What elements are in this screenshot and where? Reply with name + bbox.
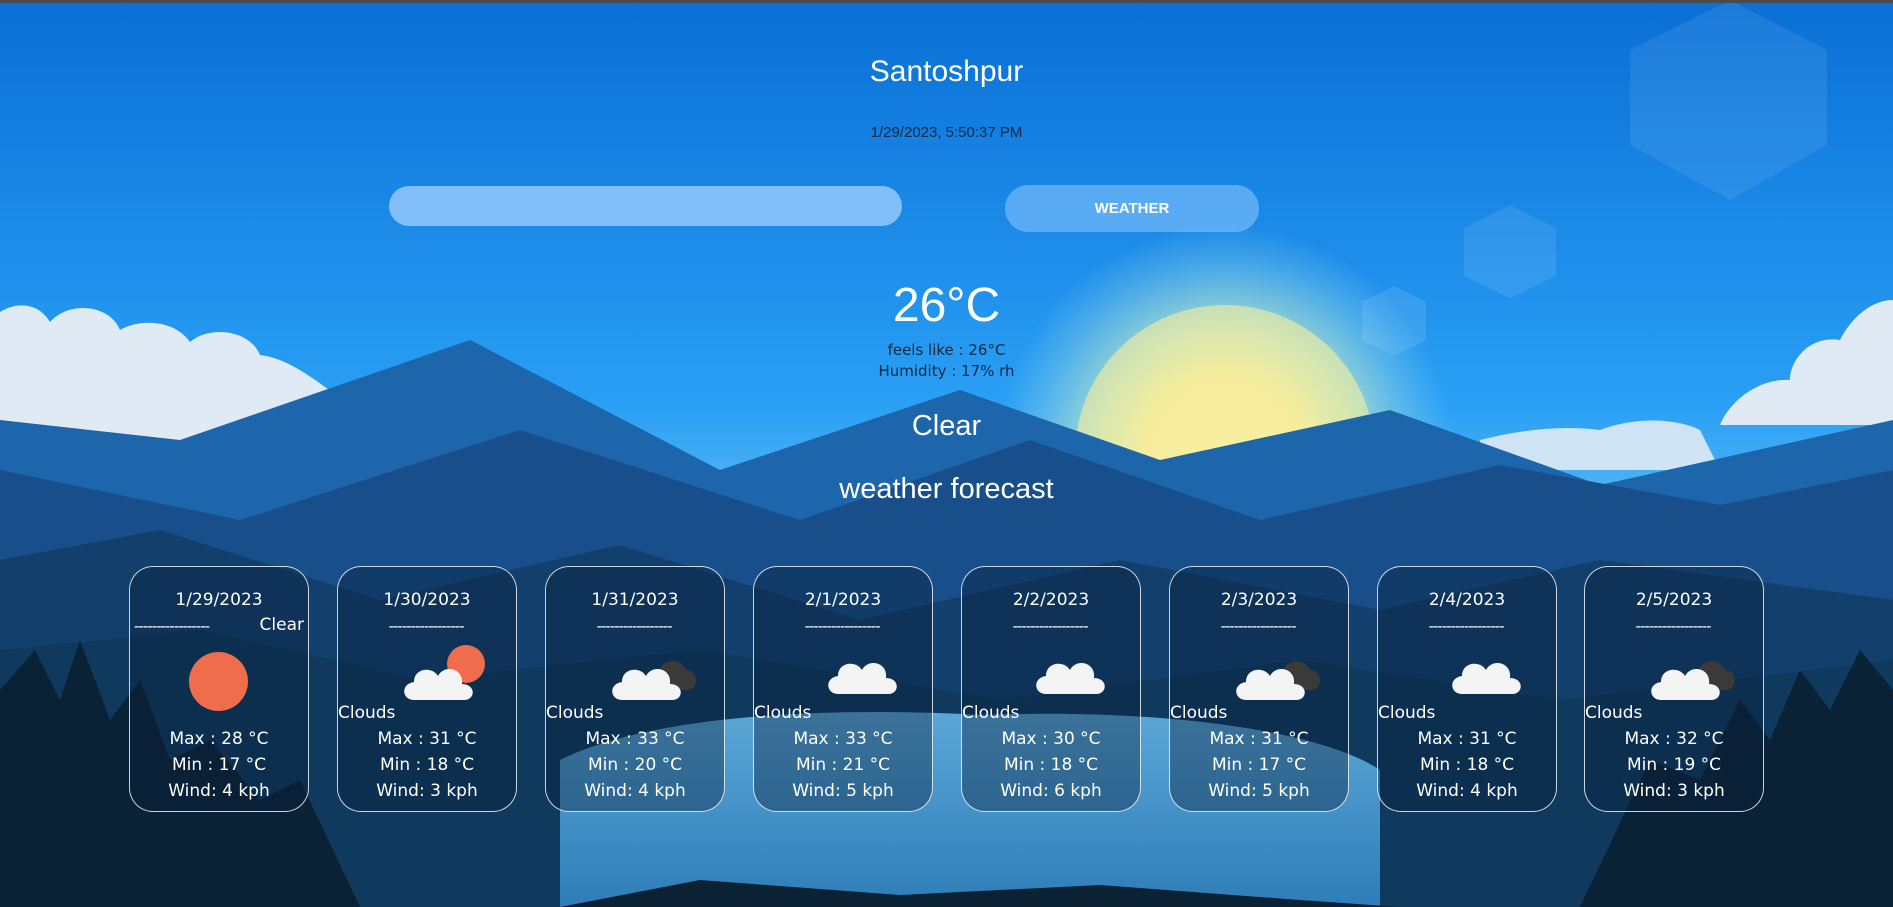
city-search-input[interactable] bbox=[389, 186, 902, 226]
forecast-divider: ----------------- bbox=[596, 617, 672, 635]
forecast-description: Clouds bbox=[1378, 703, 1436, 723]
broken-clouds-icon bbox=[1236, 661, 1321, 700]
current-condition: Clear bbox=[911, 410, 982, 442]
forecast-date: 2/2/2023 bbox=[1012, 590, 1090, 610]
forecast-description: Clouds bbox=[754, 703, 812, 723]
forecast-card: 1/29/2023 ----------------- Clear Max : … bbox=[129, 566, 309, 812]
forecast-divider: ----------------- bbox=[1635, 617, 1711, 635]
forecast-date: 2/4/2023 bbox=[1428, 590, 1506, 610]
forecast-description: Clouds bbox=[338, 703, 396, 723]
city-name: Santoshpur bbox=[869, 55, 1024, 88]
forecast-date: 1/29/2023 bbox=[175, 590, 263, 610]
forecast-max: Max : 31 °C bbox=[1417, 729, 1517, 749]
forecast-min: Min : 18 °C bbox=[1419, 755, 1515, 775]
forecast-date: 1/30/2023 bbox=[383, 590, 471, 610]
forecast-description: Clouds bbox=[1585, 703, 1643, 723]
feels-like-text: feels like : 26°C bbox=[887, 341, 1006, 359]
forecast-max: Max : 28 °C bbox=[169, 729, 269, 749]
date-time: 1/29/2023, 5:50:37 PM bbox=[870, 124, 1023, 141]
forecast-title: weather forecast bbox=[839, 473, 1054, 505]
forecast-divider: ----------------- bbox=[1012, 617, 1088, 635]
forecast-wind: Wind: 5 kph bbox=[1208, 781, 1310, 801]
forecast-min: Min : 17 °C bbox=[171, 755, 267, 775]
current-temperature: 26°C bbox=[892, 279, 1001, 332]
forecast-divider: ----------------- bbox=[388, 617, 464, 635]
broken-clouds-icon bbox=[612, 661, 697, 700]
forecast-max: Max : 31 °C bbox=[377, 729, 477, 749]
forecast-card: 2/3/2023 ----------------- Clouds Max : … bbox=[1169, 566, 1349, 812]
forecast-min: Min : 20 °C bbox=[587, 755, 683, 775]
cloud-icon bbox=[1452, 663, 1521, 694]
forecast-divider: ----------------- bbox=[804, 617, 880, 635]
forecast-min: Min : 18 °C bbox=[1003, 755, 1099, 775]
forecast-min: Min : 17 °C bbox=[1211, 755, 1307, 775]
weather-button[interactable]: WEATHER bbox=[1005, 185, 1259, 232]
sun-icon bbox=[189, 652, 248, 711]
forecast-card: 2/4/2023 ----------------- Clouds Max : … bbox=[1377, 566, 1557, 812]
forecast-card: 2/2/2023 ----------------- Clouds Max : … bbox=[961, 566, 1141, 812]
forecast-wind: Wind: 4 kph bbox=[1416, 781, 1518, 801]
forecast-description: Clouds bbox=[1170, 703, 1228, 723]
forecast-wind: Wind: 4 kph bbox=[584, 781, 686, 801]
forecast-max: Max : 30 °C bbox=[1001, 729, 1101, 749]
forecast-max: Max : 32 °C bbox=[1624, 729, 1724, 749]
cloud-icon bbox=[1036, 663, 1105, 694]
forecast-card: 2/1/2023 ----------------- Clouds Max : … bbox=[753, 566, 933, 812]
forecast-divider: ----------------- bbox=[1220, 617, 1296, 635]
forecast-description: Clear bbox=[259, 615, 304, 635]
forecast-date: 2/3/2023 bbox=[1220, 590, 1298, 610]
forecast-card: 1/31/2023 ----------------- Clouds Max :… bbox=[545, 566, 725, 812]
forecast-min: Min : 18 °C bbox=[379, 755, 475, 775]
broken-clouds-icon bbox=[1651, 661, 1736, 700]
cloud-icon bbox=[828, 663, 897, 694]
forecast-date: 2/5/2023 bbox=[1635, 590, 1713, 610]
forecast-wind: Wind: 4 kph bbox=[168, 781, 270, 801]
forecast-wind: Wind: 3 kph bbox=[1623, 781, 1725, 801]
forecast-card: 1/30/2023 ----------------- Clouds Max :… bbox=[337, 566, 517, 812]
forecast-wind: Wind: 5 kph bbox=[792, 781, 894, 801]
forecast-max: Max : 33 °C bbox=[793, 729, 893, 749]
forecast-divider: ----------------- bbox=[1428, 617, 1504, 635]
forecast-divider: ----------------- bbox=[134, 617, 210, 635]
forecast-wind: Wind: 6 kph bbox=[1000, 781, 1102, 801]
cloud-sun-icon bbox=[404, 645, 485, 700]
forecast-max: Max : 33 °C bbox=[585, 729, 685, 749]
forecast-min: Min : 19 °C bbox=[1626, 755, 1722, 775]
forecast-card: 2/5/2023 ----------------- Clouds Max : … bbox=[1584, 566, 1764, 812]
forecast-description: Clouds bbox=[546, 703, 604, 723]
top-border bbox=[0, 0, 1893, 3]
forecast-min: Min : 21 °C bbox=[795, 755, 891, 775]
humidity-text: Humidity : 17% rh bbox=[878, 362, 1015, 380]
forecast-max: Max : 31 °C bbox=[1209, 729, 1309, 749]
forecast-date: 1/31/2023 bbox=[591, 590, 679, 610]
forecast-wind: Wind: 3 kph bbox=[376, 781, 478, 801]
forecast-date: 2/1/2023 bbox=[804, 590, 882, 610]
forecast-description: Clouds bbox=[962, 703, 1020, 723]
